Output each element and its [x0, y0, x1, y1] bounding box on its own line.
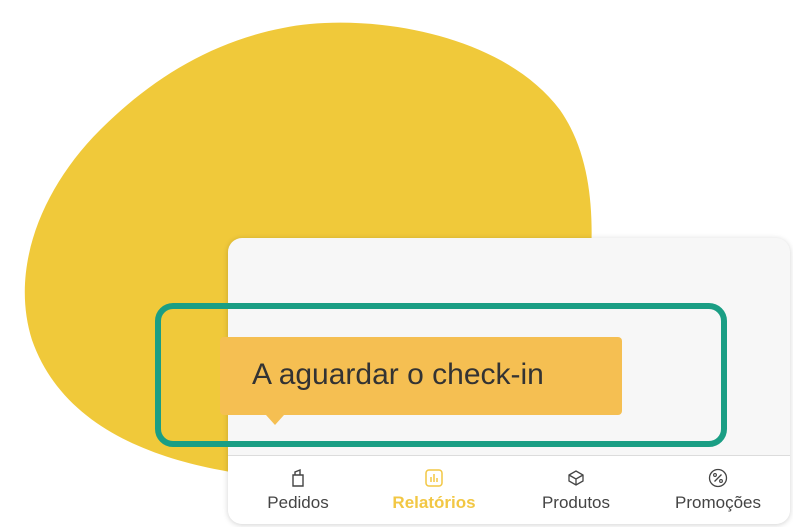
- tab-pedidos[interactable]: Pedidos: [228, 456, 368, 524]
- tab-label: Pedidos: [267, 493, 329, 512]
- tab-promocoes[interactable]: Promoções: [648, 456, 788, 524]
- tab-label: Relatórios: [392, 493, 476, 512]
- percent-icon: [708, 468, 728, 488]
- box-icon: [568, 470, 584, 486]
- tab-relatorios[interactable]: Relatórios: [364, 456, 504, 524]
- tab-label: Promoções: [675, 493, 761, 512]
- tab-label: Produtos: [541, 493, 611, 512]
- orders-icon: [292, 468, 304, 487]
- highlight-frame: [155, 303, 727, 447]
- reports-chart-icon: [425, 469, 443, 487]
- tab-produtos[interactable]: Produtos: [506, 456, 646, 524]
- bottom-tab-bar: Pedidos Relatórios Produtos Promoções: [228, 456, 790, 524]
